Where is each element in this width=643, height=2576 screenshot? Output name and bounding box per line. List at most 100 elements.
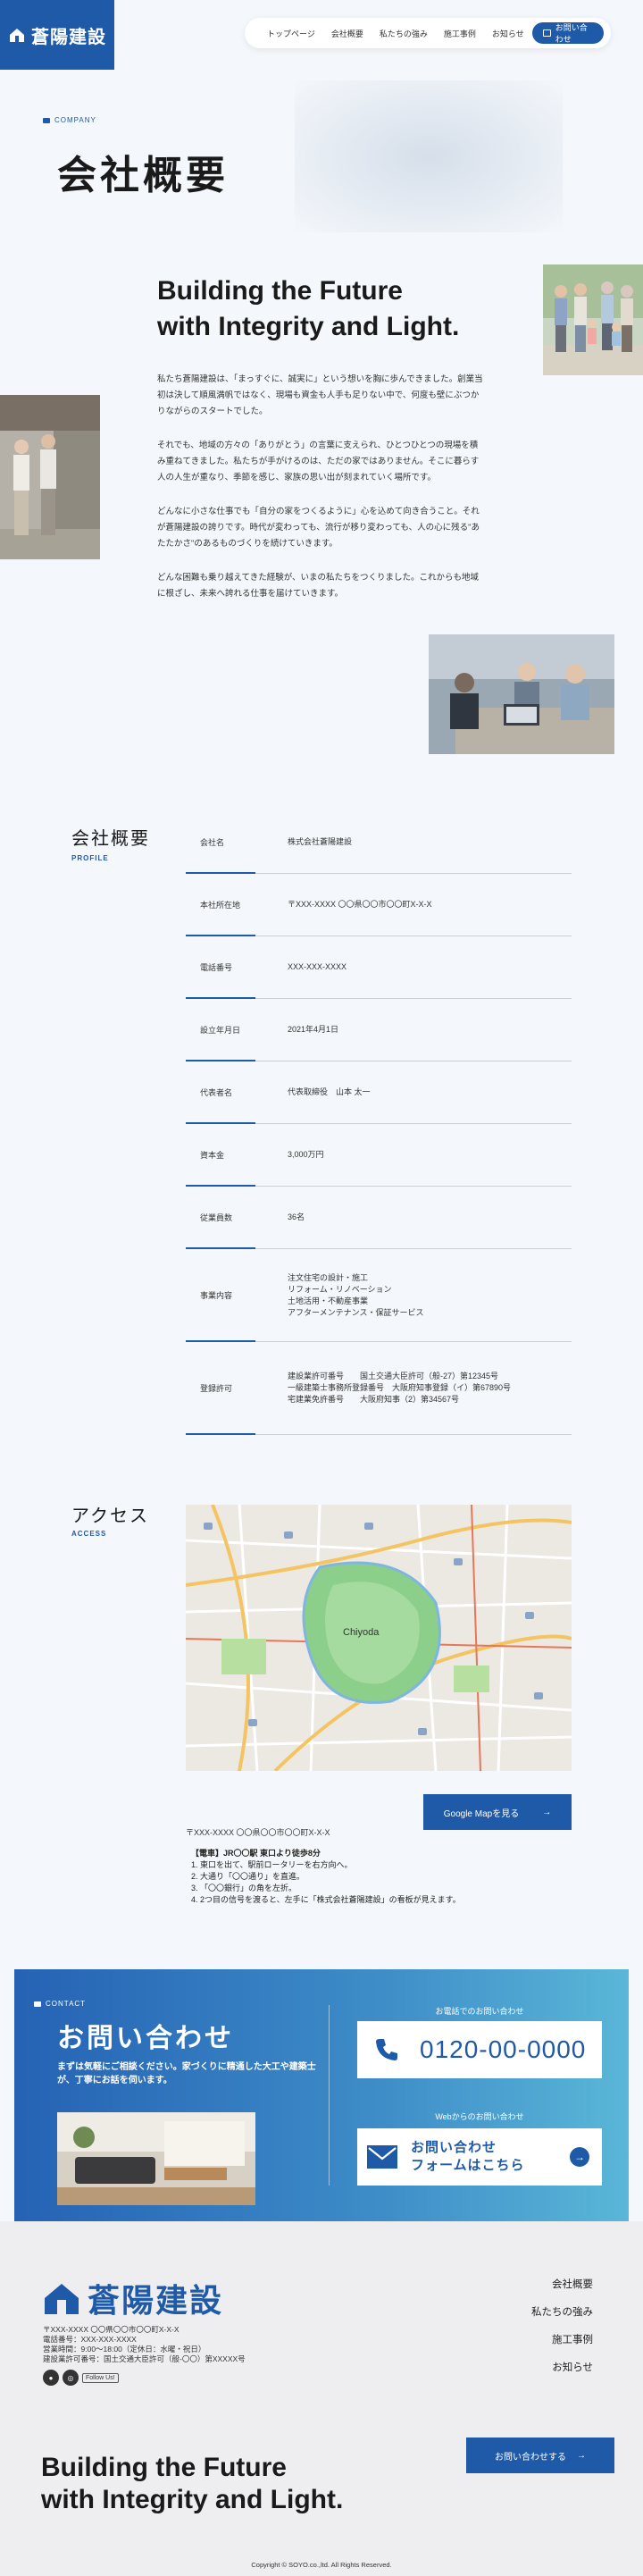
nav-item-news[interactable]: お知らせ	[484, 28, 532, 39]
tel-label: お電話でのお問い合わせ	[435, 2007, 524, 2016]
copyright: Copyright © SOYO.co.,ltd. All Rights Res…	[251, 2561, 392, 2569]
footer-info: 〒XXX-XXXX 〇〇県〇〇市〇〇町X-X-X 電話番号：XXX-XXX-XX…	[43, 2325, 246, 2364]
table-row: 事業内容 注文住宅の設計・施工 リフォーム・リノベーション 土地活用・不動産事業 …	[186, 1249, 572, 1342]
table-row: 電話番号 XXX-XXX-XXXX	[186, 936, 572, 999]
contact-form-button[interactable]: お問い合わせ フォームはこちら →	[357, 2128, 602, 2186]
hero-tagline-line1: Building the Future	[157, 276, 403, 306]
access-address: 〒XXX-XXXX 〇〇県〇〇市〇〇町X-X-X	[186, 1828, 330, 1837]
row-value: 建設業許可番号 国土交通大臣許可（般-27）第12345号 一級建築士事務所登録…	[288, 1372, 512, 1404]
nav-item-strengths[interactable]: 私たちの強み	[372, 28, 436, 39]
envelope-icon	[367, 2145, 397, 2169]
row-value: 3,000万円	[288, 1150, 324, 1159]
row-key: 従業員数	[200, 1213, 233, 1222]
line-icon[interactable]: ●	[43, 2370, 59, 2386]
contact-divider	[329, 2005, 330, 2186]
footer-info-line: 電話番号：XXX-XXX-XXXX	[43, 2335, 137, 2344]
couple-photo	[0, 395, 100, 559]
footer-logo[interactable]: 蒼陽建設	[43, 2275, 223, 2321]
house-logo-icon	[10, 29, 24, 42]
web-label: Webからのお問い合わせ	[435, 2112, 524, 2121]
route-step: 1. 東口を出て、駅前ロータリーを右方向へ。	[191, 1860, 353, 1869]
intro-paragraph: どんな困難も乗り越えてきた経験が、いまの私たちをつくりました。これからも地域に根…	[157, 573, 480, 599]
phone-icon	[376, 2039, 397, 2060]
access-route: 【電車】JR〇〇駅 東口より徒歩8分 1. 東口を出て、駅前ロータリーを右方向へ…	[191, 1848, 461, 1906]
instagram-icon[interactable]: ◎	[63, 2370, 79, 2386]
footer-nav-works[interactable]: 施工事例	[531, 2332, 593, 2346]
mail-icon	[542, 29, 551, 37]
site-logo[interactable]: 蒼陽建設	[0, 0, 114, 70]
nav-item-works[interactable]: 施工事例	[436, 28, 484, 39]
footer-nav-news[interactable]: お知らせ	[531, 2360, 593, 2374]
arrow-right-icon: →	[542, 1807, 552, 1817]
nav-contact-label: お問い合わせ	[555, 23, 588, 44]
family-photo	[543, 264, 643, 375]
row-value: 2021年4月1日	[288, 1025, 339, 1034]
row-value: 注文住宅の設計・施工 リフォーム・リノベーション 土地活用・不動産事業 アフター…	[288, 1272, 424, 1317]
profile-subtitle: PROFILE	[71, 854, 109, 862]
label-square-icon	[43, 117, 50, 123]
nav-item-company[interactable]: 会社概要	[323, 28, 372, 39]
footer-nav-company[interactable]: 会社概要	[531, 2277, 593, 2291]
arrow-right-icon: →	[570, 2147, 589, 2167]
hero-tagline: Building the Future with Integrity and L…	[157, 273, 459, 345]
row-key: 本社所在地	[200, 901, 241, 910]
map-place-label: Chiyoda	[343, 1627, 380, 1638]
nav-contact-button[interactable]: お問い合わせ	[531, 22, 604, 44]
follow-us-label: Follow Us!	[82, 2372, 119, 2383]
row-key: 資本金	[200, 1151, 225, 1160]
table-row: 従業員数 36名	[186, 1187, 572, 1249]
row-value: 株式会社蒼陽建設	[288, 837, 353, 846]
tel-number: 0120-00-0000	[420, 2035, 587, 2063]
hero-tagline-line2: with Integrity and Light.	[157, 312, 460, 341]
footer-tagline-line2: with Integrity and Light.	[41, 2485, 344, 2514]
contact-form-label: お問い合わせ フォームはこちら	[411, 2139, 525, 2175]
profile-title: 会社概要	[71, 829, 150, 849]
page: 蒼陽建設 トップページ 会社概要 私たちの強み 施工事例 お知らせ お問い合わせ…	[0, 0, 643, 2576]
hero-label-text: COMPANY	[54, 116, 96, 124]
row-key: 代表者名	[200, 1088, 233, 1097]
footer-nav: 会社概要 私たちの強み 施工事例 お知らせ	[531, 2277, 593, 2387]
table-row: 代表者名 代表取締役 山本 太一	[186, 1061, 572, 1124]
contact-section: CONTACT お問い合わせ まずは気軽にご相談ください。家づくりに精通した大工…	[14, 1969, 629, 2221]
footer-logo-text: 蒼陽建設	[88, 2282, 224, 2319]
meeting-photo	[429, 634, 614, 754]
page-title: 会社概要	[57, 154, 229, 197]
tel-box[interactable]: 0120-00-0000	[357, 2021, 602, 2078]
footer-nav-strengths[interactable]: 私たちの強み	[531, 2304, 593, 2319]
google-map-button-label: Google Mapを見る	[443, 1808, 520, 1819]
row-value: 〒XXX-XXXX 〇〇県〇〇市〇〇町X-X-X	[288, 900, 432, 909]
arrow-right-icon: →	[577, 2450, 586, 2461]
footer-info-line: 建設業許可番号：国土交通大臣許可（般-〇〇）第XXXXX号	[43, 2354, 246, 2363]
contact-label: CONTACT	[34, 2000, 86, 2008]
access-map[interactable]: Chiyoda	[186, 1505, 572, 1771]
route-step: 4. 2つ目の信号を渡ると、左手に「株式会社蒼陽建設」の看板が見えます。	[191, 1895, 461, 1904]
access-title: アクセス	[71, 1506, 149, 1526]
label-square-icon	[34, 2001, 41, 2007]
footer-tagline: Building the Future with Integrity and L…	[41, 2452, 343, 2516]
table-row: 資本金 3,000万円	[186, 1124, 572, 1187]
footer-tagline-line1: Building the Future	[41, 2453, 287, 2482]
profile-table: 会社名 株式会社蒼陽建設 本社所在地 〒XXX-XXXX 〇〇県〇〇市〇〇町X-X-…	[186, 811, 572, 1435]
route-step: 3. 「〇〇銀行」の角を左折。	[191, 1884, 297, 1892]
intro-paragraph: それでも、地域の方々の「ありがとう」の言葉に支えられ、ひとつひとつの現場を積み重…	[157, 441, 480, 482]
contact-form-line1: お問い合わせ	[411, 2140, 497, 2155]
contact-form-line2: フォームはこちら	[411, 2158, 525, 2173]
logo-text: 蒼陽建設	[31, 27, 106, 47]
row-key: 登録許可	[200, 1384, 233, 1393]
footer-contact-button[interactable]: お問い合わせする →	[466, 2438, 614, 2473]
access-subtitle: ACCESS	[71, 1530, 107, 1538]
table-row: 設立年月日 2021年4月1日	[186, 999, 572, 1061]
intro-paragraph: どんなに小さな仕事でも「自分の家をつくるように」心を込めて向き合うこと。それが蒼…	[157, 507, 480, 549]
footer: 蒼陽建設 〒XXX-XXXX 〇〇県〇〇市〇〇町X-X-X 電話番号：XXX-X…	[0, 2221, 643, 2576]
row-key: 設立年月日	[200, 1026, 241, 1035]
intro-text: 私たち蒼陽建設は、「まっすぐに、誠実に」という想いを胸に歩んできました。創業当初…	[157, 372, 486, 620]
google-map-button[interactable]: Google Mapを見る →	[423, 1794, 572, 1830]
nav-item-top[interactable]: トップページ	[259, 28, 323, 39]
row-value: 36名	[288, 1212, 305, 1221]
contact-lead: まずは気軽にご相談ください。家づくりに精通した大工や建築士が、丁寧にお話を伺いま…	[57, 2062, 316, 2085]
contact-label-text: CONTACT	[46, 2000, 87, 2008]
table-row: 会社名 株式会社蒼陽建設	[186, 811, 572, 874]
row-key: 会社名	[200, 838, 225, 847]
footer-info-line: 〒XXX-XXXX 〇〇県〇〇市〇〇町X-X-X	[43, 2325, 180, 2334]
footer-contact-label: お問い合わせする	[495, 2452, 566, 2463]
